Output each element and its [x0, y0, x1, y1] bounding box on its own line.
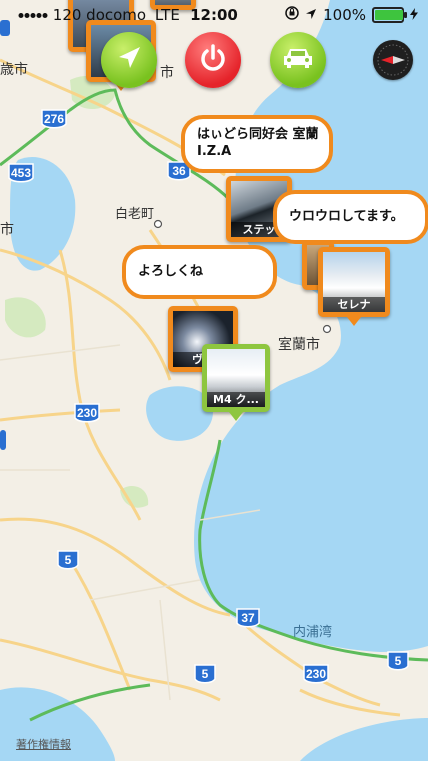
map-label-city-4: 市: [160, 64, 174, 80]
vehicle-pin[interactable]: セレナ: [318, 247, 390, 317]
charging-bolt-icon: [410, 6, 418, 24]
route-shield-5c: 5: [395, 654, 402, 668]
message-bubble[interactable]: はぃどら同好会 室蘭 I.Z.A: [181, 115, 333, 173]
orientation-lock-icon: [285, 6, 299, 24]
battery-percent: 100%: [323, 6, 366, 24]
map-label-city-2: 白老町: [115, 206, 154, 221]
car-button[interactable]: [270, 32, 326, 88]
location-arrow-icon: [305, 6, 317, 24]
route-shield-453: 453: [11, 166, 31, 180]
map-label-bay: 内浦湾: [293, 624, 332, 639]
compass-icon: [373, 44, 413, 84]
route-shield-37: 37: [241, 611, 255, 625]
compass-button[interactable]: [373, 40, 413, 80]
power-icon: [197, 42, 229, 78]
vehicle-name: M4 ク...: [207, 392, 265, 407]
map-label-city-5: 市: [0, 221, 14, 237]
map-label-city-1: 歳市: [0, 61, 28, 77]
map-label-city-3: 室蘭市: [278, 336, 320, 352]
message-bubble[interactable]: ウロウロしてます。: [273, 190, 428, 244]
route-shield-276: 276: [44, 112, 64, 126]
message-bubble[interactable]: よろしくね: [122, 245, 277, 299]
vehicle-name: セレナ: [323, 297, 385, 312]
vehicle-pin-selected[interactable]: M4 ク...: [202, 344, 270, 412]
car-icon: [281, 45, 315, 75]
route-shield-5a: 5: [65, 553, 72, 567]
navigate-button[interactable]: [101, 32, 157, 88]
route-shield-230b: 230: [306, 667, 326, 681]
route-shield-36: 36: [172, 164, 186, 178]
route-shield-230a: 230: [77, 406, 97, 420]
legal-link[interactable]: 著作権情報: [16, 736, 71, 752]
route-shield-5b: 5: [202, 667, 209, 681]
status-bar: 120 docomo LTE 12:00 100%: [0, 0, 428, 30]
navigation-arrow-icon: [114, 43, 144, 77]
battery-icon: [372, 7, 407, 23]
power-button[interactable]: [185, 32, 241, 88]
